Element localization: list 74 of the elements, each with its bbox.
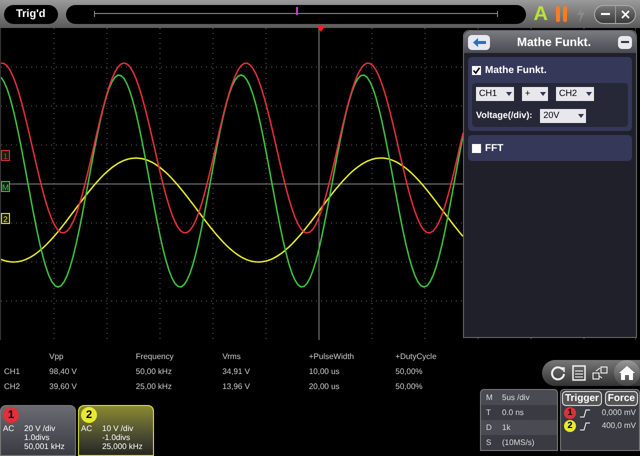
checkmark-icon [473,66,480,74]
timebase-value: 5us /div [502,392,530,404]
save-icon[interactable] [572,365,586,381]
table-cell-text: 10,00 us [308,366,341,378]
offset-value: 1.0divs [24,433,50,442]
timebase-key: S [486,436,492,448]
column-header: Vrms [221,351,242,363]
scale-value: 20 V /div [24,424,56,433]
table-cell-text: 34,91 V [221,366,251,378]
caret-icon [506,92,512,96]
caret-icon [578,114,584,118]
timeline-bar[interactable] [66,4,526,24]
trigger-position-marker[interactable] [296,7,298,15]
caret-icon [540,92,546,96]
swap-icon[interactable] [592,365,608,381]
panel-title: Mathe Funkt. [516,34,592,51]
column-header: Frequency [134,351,175,363]
frequency-value: 50,001 kHz [24,442,65,451]
trigger-status: Trig'd [4,4,58,24]
table-cell-text: 39,60 V [48,381,78,393]
close-icon [621,10,630,18]
trigger-button[interactable]: Trigger [562,391,602,406]
dropdown[interactable]: + [522,87,548,101]
timebase-key: T [486,406,492,418]
voltage-label: Voltage(/div): [476,109,532,122]
table-cell-text: 50,00% [394,381,424,393]
row-label: CH1 [4,366,22,378]
fft-checkbox[interactable]: FFT [472,140,504,156]
table-cell-text: 50,00% [394,366,424,378]
channel-marker[interactable]: 1 [1,150,10,161]
channel-number-badge: 2 [564,420,576,432]
timebase-key: D [486,422,492,434]
coupling-label: AC [81,424,92,435]
channel-marker[interactable]: 2 [1,213,10,224]
frequency-value: 25,000 kHz [102,442,143,451]
channel-card[interactable]: 1 AC 20 V /div 1.0divs 50,001 kHz [0,405,76,456]
table-cell-text: 13,96 V [221,381,251,393]
column-header: Vpp [48,351,64,363]
offset-value: -1.0divs [102,433,132,442]
trigger-time-marker[interactable] [317,26,325,32]
channel-marker[interactable]: M [1,181,10,192]
minus-icon [621,41,629,43]
back-button[interactable] [468,34,490,50]
table-cell-text: 20,00 us [308,381,341,393]
scale-value: 10 V /div [102,424,134,433]
trigger-level-value: 0,000 mV [602,407,637,419]
collapse-button[interactable] [618,36,632,48]
timebase-value: 0.0 ns [502,406,524,418]
back-arrow-icon [472,38,486,46]
dropdown[interactable]: CH1 [476,87,514,101]
channel-number-badge: 1 [564,407,576,419]
table-cell-text: 98,40 V [48,366,78,378]
home-icon [618,365,636,381]
column-header: +PulseWidth [308,351,355,363]
row-label: CH2 [4,381,22,393]
voltage-dropdown[interactable]: 20V [540,109,586,123]
home-button[interactable] [614,360,640,386]
math-checkbox[interactable]: Mathe Funkt. [472,61,628,79]
timebase-value: 1k [502,422,510,434]
channel-number-badge: 1 [3,407,19,423]
coupling-label: AC [3,424,14,435]
channel-card[interactable]: 2 AC 10 V /div -1.0divs 25,000 kHz [78,405,154,456]
channel-number-badge: 2 [81,407,97,423]
table-cell-text: 50,00 kHz [134,366,173,378]
table-cell-text: 25,00 kHz [134,381,173,393]
column-header: +DutyCycle [394,351,438,363]
timebase-key: M [486,392,492,404]
dropdown[interactable]: CH2 [556,87,594,101]
timebase-value: (10MS/s) [502,436,534,448]
minimize-icon [600,12,610,16]
force-button[interactable]: Force [604,391,638,406]
trigger-level-value: 400,0 mV [602,420,637,432]
caret-icon [586,92,592,96]
refresh-icon[interactable] [550,365,566,381]
